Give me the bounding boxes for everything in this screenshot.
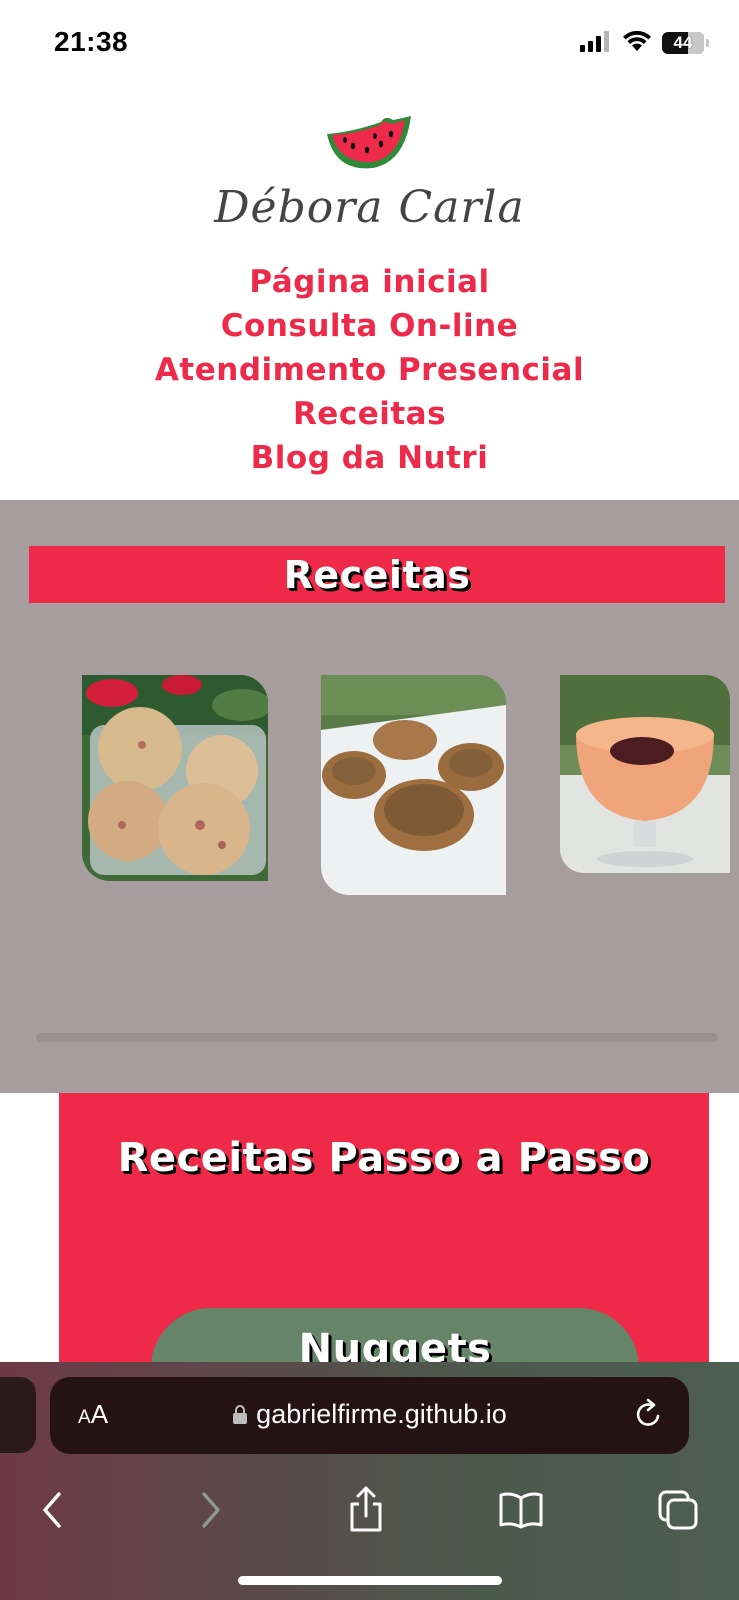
chevron-right-icon [198, 1490, 224, 1534]
tabs-button[interactable] [648, 1482, 708, 1542]
home-indicator [238, 1576, 502, 1585]
cellular-signal-icon [580, 30, 612, 56]
nuggets-photo [82, 675, 268, 881]
recipes-title: Receitas [283, 552, 471, 597]
nav-item-receitas[interactable]: Receitas [0, 392, 739, 436]
site-logo[interactable] [0, 110, 739, 180]
previous-tab-stub[interactable] [0, 1377, 36, 1453]
battery-icon: 44 [662, 32, 704, 54]
bottom-toolbar [0, 1472, 739, 1552]
status-icons: 44 [580, 30, 709, 56]
steps-title: Receitas Passo a Passo [117, 1135, 651, 1181]
back-button[interactable] [22, 1482, 82, 1542]
nav-item-atendimento-presencial[interactable]: Atendimento Presencial [0, 348, 739, 392]
mousse-photo [560, 675, 730, 873]
share-icon [346, 1486, 386, 1538]
recipe-card-muffins[interactable] [321, 675, 506, 895]
wifi-icon [622, 30, 652, 56]
status-time: 21:38 [54, 26, 129, 57]
recipe-card-nuggets[interactable] [82, 675, 268, 881]
battery-level: 44 [673, 33, 693, 52]
battery-nub [706, 39, 709, 47]
main-nav: Página inicial Consulta On-line Atendime… [0, 260, 739, 480]
recipes-banner: Receitas [29, 546, 725, 603]
carousel-scrollbar[interactable] [36, 1033, 718, 1042]
bookmarks-button[interactable] [491, 1482, 551, 1542]
recipe-card-mousse[interactable] [560, 675, 730, 873]
chevron-left-icon [39, 1490, 65, 1534]
url-text: gabrielfirme.github.io [256, 1399, 507, 1429]
muffins-photo [321, 675, 506, 895]
browser-toolbar: AA gabrielfirme.github.io [0, 1362, 739, 1600]
share-button[interactable] [336, 1482, 396, 1542]
lock-icon [232, 1400, 248, 1431]
nav-item-pagina-inicial[interactable]: Página inicial [0, 260, 739, 304]
recipes-section: Receitas [0, 500, 739, 1093]
address-bar[interactable]: AA gabrielfirme.github.io [50, 1377, 689, 1454]
watermelon-slice-icon [323, 116, 417, 180]
status-bar: 21:38 44 [0, 0, 739, 90]
book-icon [498, 1490, 544, 1534]
nav-item-consulta-online[interactable]: Consulta On-line [0, 304, 739, 348]
reload-icon[interactable] [633, 1397, 665, 1435]
tabs-icon [657, 1489, 699, 1535]
url-display[interactable]: gabrielfirme.github.io [50, 1399, 689, 1431]
forward-button[interactable] [181, 1482, 241, 1542]
logo-script-text: Débora Carla [214, 182, 525, 233]
nav-item-blog[interactable]: Blog da Nutri [0, 436, 739, 480]
